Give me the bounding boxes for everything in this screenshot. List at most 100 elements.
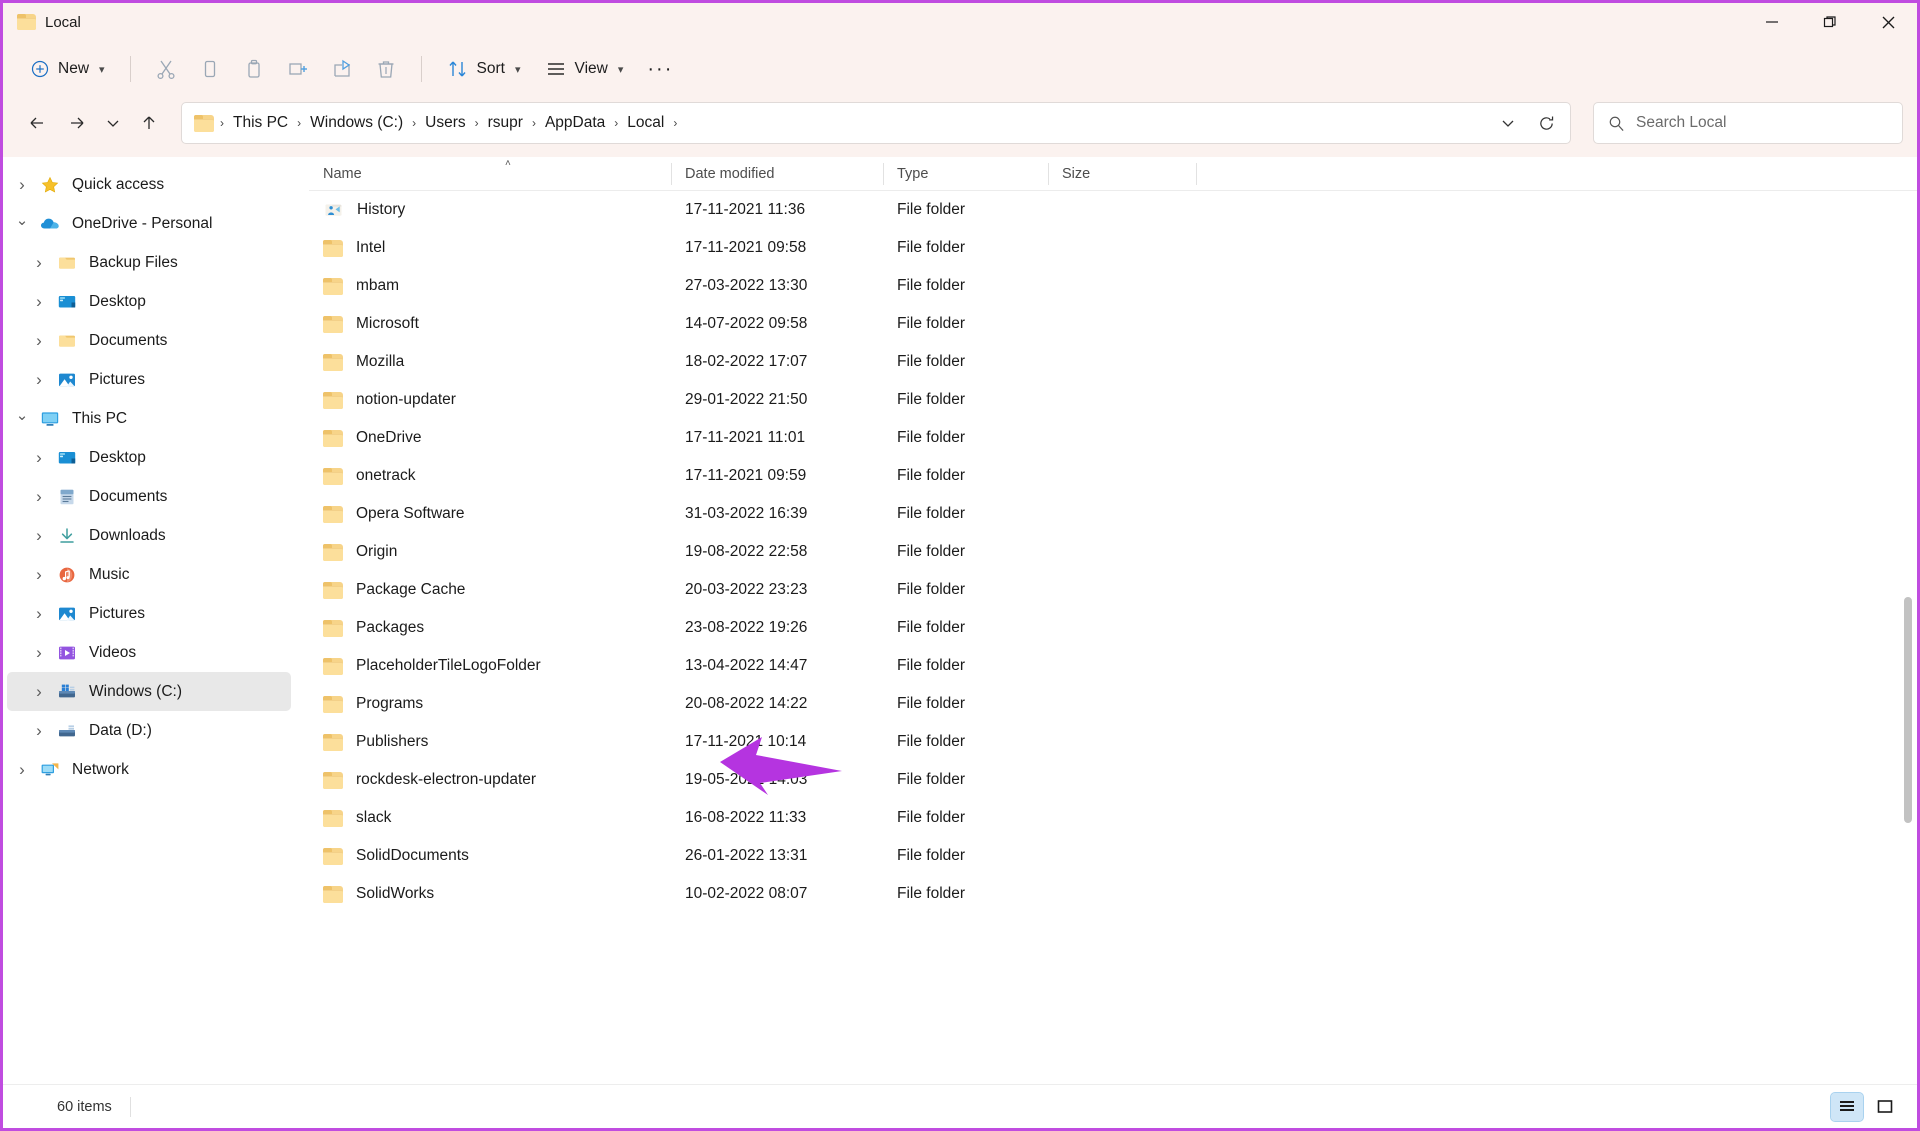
- search-icon: [1609, 116, 1624, 131]
- sidebar-item-music[interactable]: › Music: [7, 555, 291, 594]
- sidebar-item-backup-files[interactable]: › Backup Files: [7, 243, 291, 282]
- chevron-right-icon[interactable]: ›: [24, 555, 54, 594]
- table-row[interactable]: OneDrive 17-11-2021 11:01 File folder: [309, 419, 1909, 457]
- view-icon: [547, 63, 564, 75]
- sidebar-item-label: Documents: [89, 487, 168, 505]
- see-more-button[interactable]: ···: [636, 49, 684, 89]
- forward-button[interactable]: [57, 104, 97, 142]
- table-row[interactable]: Intel 17-11-2021 09:58 File folder: [309, 229, 1909, 267]
- paste-button[interactable]: [233, 49, 275, 89]
- chevron-right-icon[interactable]: ›: [24, 243, 54, 282]
- search-box[interactable]: Search Local: [1593, 102, 1903, 144]
- breadcrumb-item-local[interactable]: Local: [620, 110, 671, 136]
- desktop-icon: [58, 295, 76, 307]
- minimize-button[interactable]: [1743, 3, 1801, 41]
- chevron-right-icon[interactable]: ›: [24, 516, 54, 555]
- breadcrumb-item-this-pc[interactable]: This PC: [226, 110, 295, 136]
- chevron-right-icon[interactable]: ›: [24, 438, 54, 477]
- sidebar-item-pictures[interactable]: › Pictures: [7, 594, 291, 633]
- sidebar-item-quick-access[interactable]: › Quick access: [7, 165, 291, 204]
- table-row[interactable]: Packages 23-08-2022 19:26 File folder: [309, 609, 1909, 647]
- date-modified-cell: 19-08-2022 22:58: [685, 543, 808, 560]
- sidebar-item-desktop[interactable]: › Desktop: [7, 282, 291, 321]
- new-button[interactable]: New ▾: [19, 49, 116, 89]
- breadcrumb-item-users[interactable]: Users: [418, 110, 472, 136]
- table-row[interactable]: slack 16-08-2022 11:33 File folder: [309, 799, 1909, 837]
- chevron-right-icon[interactable]: ›: [24, 360, 54, 399]
- sidebar-item-this-pc[interactable]: ⌄ This PC: [7, 399, 291, 438]
- recent-locations-button[interactable]: [97, 104, 129, 142]
- large-icons-view-button[interactable]: [1869, 1093, 1901, 1121]
- up-button[interactable]: [129, 104, 169, 142]
- breadcrumb-item-rsupr[interactable]: rsupr: [481, 110, 530, 136]
- table-row[interactable]: Mozilla 18-02-2022 17:07 File folder: [309, 343, 1909, 381]
- chevron-right-icon[interactable]: ›: [7, 750, 37, 789]
- back-button[interactable]: [17, 104, 57, 142]
- sidebar-item-data-d[interactable]: › Data (D:): [7, 711, 291, 750]
- sidebar-item-videos[interactable]: › Videos: [7, 633, 291, 672]
- chevron-right-icon[interactable]: ›: [24, 321, 54, 360]
- sidebar-item-desktop[interactable]: › Desktop: [7, 438, 291, 477]
- column-header-name[interactable]: Name ˄: [309, 157, 671, 191]
- copy-button[interactable]: [189, 49, 231, 89]
- table-row[interactable]: onetrack 17-11-2021 09:59 File folder: [309, 457, 1909, 495]
- sidebar-item-downloads[interactable]: › Downloads: [7, 516, 291, 555]
- sidebar-item-pictures[interactable]: › Pictures: [7, 360, 291, 399]
- file-name: rockdesk-electron-updater: [356, 771, 537, 788]
- table-row[interactable]: Opera Software 31-03-2022 16:39 File folde…: [309, 495, 1909, 533]
- chevron-down-icon[interactable]: ⌄: [7, 204, 37, 243]
- view-button[interactable]: View ▾: [534, 49, 635, 89]
- table-row[interactable]: Package Cache 20-03-2022 23:23 File folder: [309, 571, 1909, 609]
- chevron-right-icon[interactable]: ›: [24, 477, 54, 516]
- folder-icon: [323, 657, 343, 675]
- table-row[interactable]: PlaceholderTileLogoFolder 13-04-2022 14:4…: [309, 647, 1909, 685]
- breadcrumb-item-appdata[interactable]: AppData: [538, 110, 612, 136]
- search-input[interactable]: Search Local: [1636, 114, 1726, 132]
- close-button[interactable]: [1859, 3, 1917, 41]
- table-row[interactable]: Origin 19-08-2022 22:58 File folder: [309, 533, 1909, 571]
- sidebar-item-windows-c[interactable]: › Windows (C:): [7, 672, 291, 711]
- delete-button[interactable]: [365, 49, 407, 89]
- chevron-right-icon[interactable]: ›: [24, 282, 54, 321]
- table-row[interactable]: Publishers 17-11-2021 10:14 File folder: [309, 723, 1909, 761]
- sidebar-item-documents[interactable]: › Documents: [7, 477, 291, 516]
- chevron-right-icon[interactable]: ›: [24, 594, 54, 633]
- breadcrumb-bar[interactable]: › This PC › Windows (C:) › Users › rsupr › AppDat…: [181, 102, 1571, 144]
- file-name: notion-updater: [356, 391, 456, 408]
- chevron-right-icon[interactable]: ›: [24, 633, 54, 672]
- type-cell: File folder: [897, 201, 966, 218]
- sidebar-item-onedrive-personal[interactable]: ⌄ OneDrive - Personal: [7, 204, 291, 243]
- chevron-right-icon[interactable]: ›: [7, 165, 37, 204]
- table-row[interactable]: notion-updater 29-01-2022 21:50 File folde…: [309, 381, 1909, 419]
- maximize-button[interactable]: [1801, 3, 1859, 41]
- pictures-icon: [54, 371, 80, 389]
- address-dropdown-button[interactable]: [1490, 106, 1526, 140]
- table-row[interactable]: rockdesk-electron-updater 19-05-2022 14:0…: [309, 761, 1909, 799]
- share-button[interactable]: [321, 49, 363, 89]
- column-header-size[interactable]: Size: [1048, 157, 1196, 191]
- cut-button[interactable]: [145, 49, 187, 89]
- table-row[interactable]: History 17-11-2021 11:36 File folder: [309, 191, 1909, 229]
- sidebar-item-network[interactable]: › Network: [7, 750, 291, 789]
- sidebar-item-documents[interactable]: › Documents: [7, 321, 291, 360]
- rename-button[interactable]: [277, 49, 319, 89]
- refresh-button[interactable]: [1528, 106, 1564, 140]
- breadcrumb-item-windows-c[interactable]: Windows (C:): [303, 110, 410, 136]
- chevron-right-icon[interactable]: ›: [24, 672, 54, 711]
- breadcrumb-separator: ›: [531, 116, 536, 130]
- folder-icon: [323, 619, 343, 637]
- vertical-scrollbar[interactable]: [1901, 193, 1915, 1080]
- chevron-down-icon[interactable]: ⌄: [7, 399, 37, 438]
- column-header-type[interactable]: Type: [883, 157, 1048, 191]
- column-header-date-modified[interactable]: Date modified: [671, 157, 883, 191]
- chevron-right-icon[interactable]: ›: [24, 711, 54, 750]
- folder-icon: [17, 14, 36, 30]
- table-row[interactable]: SolidWorks 10-02-2022 08:07 File folder: [309, 875, 1909, 913]
- scrollbar-thumb[interactable]: [1904, 597, 1912, 823]
- table-row[interactable]: SolidDocuments 26-01-2022 13:31 File folde…: [309, 837, 1909, 875]
- table-row[interactable]: Programs 20-08-2022 14:22 File folder: [309, 685, 1909, 723]
- table-row[interactable]: mbam 27-03-2022 13:30 File folder: [309, 267, 1909, 305]
- details-view-button[interactable]: [1830, 1091, 1864, 1122]
- sort-button[interactable]: Sort ▾: [436, 49, 532, 89]
- table-row[interactable]: Microsoft 14-07-2022 09:58 File folder: [309, 305, 1909, 343]
